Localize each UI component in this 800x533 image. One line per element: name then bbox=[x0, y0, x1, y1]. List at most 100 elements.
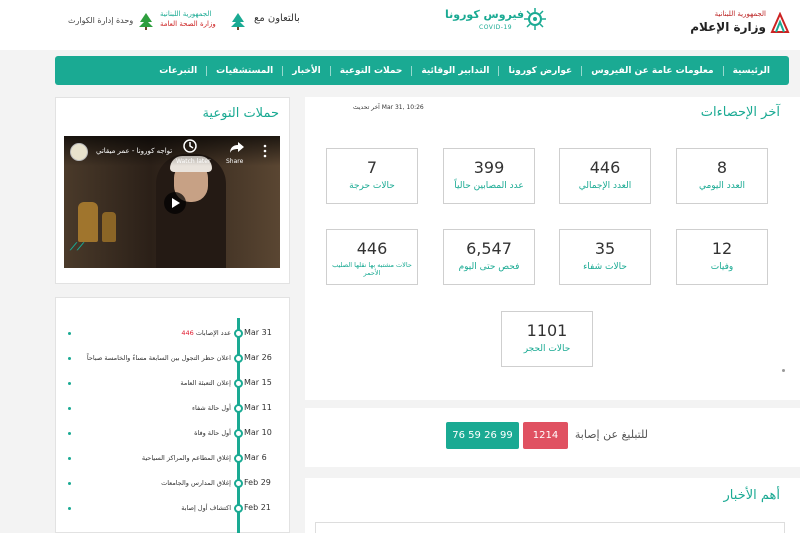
timeline-text: اكتشاف أول إصابة bbox=[181, 504, 231, 512]
stat-label: وفيات bbox=[710, 262, 734, 272]
share-icon[interactable] bbox=[229, 139, 245, 155]
virus-subtitle: COVID-19 bbox=[479, 24, 513, 31]
more-vertical-icon[interactable] bbox=[262, 144, 268, 158]
timeline-text: إغلاق المطاعم والمراكز السياحية bbox=[141, 454, 231, 462]
timeline-item: إغلاق المطاعم والمراكز السياحية Mar 6 bbox=[56, 452, 291, 466]
timeline-dot bbox=[234, 329, 243, 338]
awareness-panel: حملات التوعية تواجه كورونا - عمر ميقاتي … bbox=[55, 97, 290, 284]
trophy-shape bbox=[78, 202, 98, 242]
ministry-logo-icon bbox=[770, 12, 790, 33]
ministry-line2: وزارة الإعلام bbox=[690, 20, 766, 34]
bullet-dot bbox=[68, 332, 71, 335]
cooperation-label: بالتعاون مع bbox=[254, 13, 300, 24]
timeline-text: عدد الإصابات 446 bbox=[181, 329, 231, 337]
virus-icon bbox=[524, 8, 546, 30]
nav-item-virus-info[interactable]: معلومات عامة عن الفيروس bbox=[581, 65, 722, 76]
moph-line1: الجمهورية اللبنانية bbox=[160, 10, 212, 18]
news-list bbox=[315, 522, 785, 533]
phone-button[interactable]: 76 59 26 99 bbox=[446, 422, 519, 449]
covid-logo[interactable]: فيروس كورونا COVID-19 bbox=[445, 4, 555, 38]
bullet-dot bbox=[68, 432, 71, 435]
nav-item-home[interactable]: الرئيسية bbox=[722, 65, 779, 76]
timeline-dot bbox=[234, 479, 243, 488]
play-button[interactable] bbox=[164, 192, 186, 214]
timeline-date: Mar 31 bbox=[244, 328, 272, 337]
report-case-panel: للتبليغ عن إصابة 1214 76 59 26 99 bbox=[305, 408, 800, 467]
stat-value: 6,547 bbox=[466, 239, 512, 258]
clock-icon[interactable] bbox=[182, 138, 198, 154]
timeline-item: أول حالة وفاة Mar 10 bbox=[56, 427, 291, 441]
timeline-text: أول حالة وفاة bbox=[194, 429, 231, 437]
watch-later-label[interactable]: Watch later bbox=[176, 158, 210, 165]
timeline-date: Feb 29 bbox=[244, 478, 271, 487]
bullet-dot bbox=[68, 382, 71, 385]
stat-value: 1101 bbox=[526, 321, 568, 340]
timeline-date: Mar 10 bbox=[244, 428, 272, 437]
video-player[interactable]: تواجه كورونا - عمر ميقاتي Watch later Sh… bbox=[64, 136, 280, 268]
nav-item-prevention[interactable]: التدابير الوقائية bbox=[411, 65, 498, 76]
stat-label: حالات مشتبه بها نقلها الصليب الأحمر bbox=[332, 261, 412, 277]
timeline-dot bbox=[234, 504, 243, 513]
timeline-dot bbox=[234, 454, 243, 463]
bullet-dot bbox=[68, 357, 71, 360]
stat-label: حالات شفاء bbox=[583, 262, 627, 272]
stat-label: حالات حرجة bbox=[349, 181, 395, 191]
drm-label: وحدة إدارة الكوارث bbox=[68, 16, 134, 25]
timeline-date: Mar 15 bbox=[244, 378, 272, 387]
awareness-title: حملات التوعية bbox=[202, 106, 279, 121]
hotline-button[interactable]: 1214 bbox=[523, 422, 568, 449]
stat-daily-count: 8 العدد اليومي bbox=[676, 148, 768, 204]
stat-total-count: 446 العدد الإجمالي bbox=[559, 148, 651, 204]
timeline-item: إغلاق المدارس والجامعات Feb 29 bbox=[56, 477, 291, 491]
ministry-line1: الجمهورية اللبنانية bbox=[714, 10, 766, 18]
stat-deaths: 12 وفيات bbox=[676, 229, 768, 285]
share-label[interactable]: Share bbox=[226, 158, 243, 165]
channel-avatar[interactable] bbox=[70, 143, 88, 161]
stat-quarantine: 1101 حالات الحجر bbox=[501, 311, 593, 367]
timeline-date: Mar 11 bbox=[244, 403, 272, 412]
bullet-dot bbox=[68, 482, 71, 485]
timeline-item: اعلان حظر التجول بين السابعة مساءً والخا… bbox=[56, 352, 291, 366]
nav-item-donations[interactable]: التبرعات bbox=[150, 66, 206, 76]
video-title[interactable]: تواجه كورونا - عمر ميقاتي bbox=[96, 147, 172, 155]
timeline-dot bbox=[234, 429, 243, 438]
nav-item-campaigns[interactable]: حملات التوعية bbox=[329, 65, 412, 76]
cedar-logo-icon bbox=[139, 13, 153, 30]
bullet-dot bbox=[68, 507, 71, 510]
stat-suspected-red-cross: 446 حالات مشتبه بها نقلها الصليب الأحمر bbox=[326, 229, 418, 285]
nav-item-symptoms[interactable]: عوارض كورونا bbox=[498, 65, 581, 76]
statistics-panel: آخر الإحصاءات آخر تحديث Mar 31, 10:26 8 … bbox=[305, 97, 800, 400]
timeline-date: Mar 6 bbox=[244, 453, 267, 462]
stat-value: 399 bbox=[473, 158, 505, 177]
bullet-dot bbox=[68, 407, 71, 410]
news-panel: أهم الأخبار bbox=[305, 478, 800, 533]
site-header: الجمهورية اللبنانية وزارة الإعلام فيروس … bbox=[0, 0, 800, 50]
carousel-dot[interactable] bbox=[782, 369, 785, 372]
timeline-dot bbox=[234, 354, 243, 363]
timeline-dot bbox=[234, 379, 243, 388]
stat-label: عدد المصابين حالياً bbox=[454, 181, 524, 191]
nav-item-news[interactable]: الأخبار bbox=[282, 65, 330, 76]
ministry-of-information-logo[interactable]: الجمهورية اللبنانية وزارة الإعلام bbox=[690, 8, 792, 38]
cedar-logo-icon bbox=[231, 13, 245, 30]
timeline-highlight: 446 bbox=[181, 329, 194, 337]
stat-active-cases: 399 عدد المصابين حالياً bbox=[443, 148, 535, 204]
last-updated: آخر تحديث Mar 31, 10:26 bbox=[353, 104, 424, 111]
stat-critical-cases: 7 حالات حرجة bbox=[326, 148, 418, 204]
stat-value: 12 bbox=[711, 239, 733, 258]
partner-logos: بالتعاون مع الجمهورية اللبنانية وزارة ال… bbox=[68, 8, 308, 36]
bullet-dot bbox=[68, 457, 71, 460]
timeline-date: Mar 26 bbox=[244, 353, 272, 362]
timeline-text: أول حالة شفاء bbox=[191, 404, 231, 412]
trophy-shape bbox=[102, 212, 116, 242]
stat-label: فحص حتى اليوم bbox=[458, 262, 520, 272]
timeline-text: إغلاق المدارس والجامعات bbox=[161, 479, 231, 487]
news-title: أهم الأخبار bbox=[723, 488, 780, 503]
nav-item-hospitals[interactable]: المستشفيات bbox=[206, 65, 282, 76]
moph-line2: وزارة الصحة العامة bbox=[160, 20, 216, 28]
virus-title: فيروس كورونا bbox=[445, 8, 525, 21]
main-nav: الرئيسية معلومات عامة عن الفيروس عوارض ك… bbox=[55, 56, 789, 85]
timeline-panel: عدد الإصابات 446 Mar 31 اعلان حظر التجول… bbox=[55, 297, 290, 533]
stat-value: 446 bbox=[589, 158, 621, 177]
timeline-text: اعلان حظر التجول بين السابعة مساءً والخا… bbox=[86, 354, 231, 362]
